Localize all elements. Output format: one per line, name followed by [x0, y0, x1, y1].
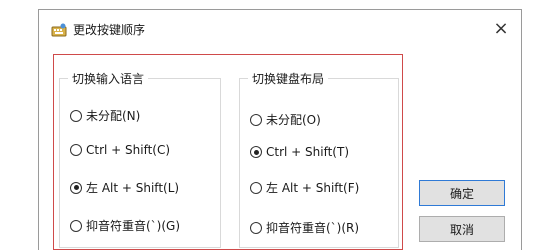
- radio-label: 左 Alt + Shift(L): [86, 181, 180, 195]
- radio-label: 抑音符重音(`)(R): [266, 221, 360, 235]
- radio-button-selected[interactable]: [250, 146, 262, 158]
- radio-label: Ctrl + Shift(C): [86, 143, 171, 157]
- dialog-title: 更改按键顺序: [73, 23, 146, 37]
- radio-button[interactable]: [70, 144, 82, 156]
- radio-label: 左 Alt + Shift(F): [266, 181, 360, 195]
- radio-label: 未分配(N): [86, 109, 141, 123]
- radio-option[interactable]: 未分配(O): [250, 111, 321, 128]
- keyboard-layout-group: 切换键盘布局 未分配(O) Ctrl + Shift(T) 左 Alt + Sh…: [239, 70, 399, 248]
- radio-button[interactable]: [70, 109, 82, 122]
- radio-button[interactable]: [70, 219, 82, 232]
- radio-button[interactable]: [250, 181, 262, 194]
- cancel-button[interactable]: 取消: [419, 216, 505, 242]
- group-title: 切换输入语言: [68, 70, 149, 87]
- radio-option[interactable]: 未分配(N): [70, 107, 140, 124]
- input-language-group: 切换输入语言 未分配(N) Ctrl + Shift(C) 左 Alt + Sh…: [59, 70, 221, 248]
- keyboard-settings-icon: [51, 22, 67, 37]
- radio-option[interactable]: 抑音符重音(`)(G): [70, 217, 180, 234]
- radio-option[interactable]: 抑音符重音(`)(R): [250, 219, 359, 236]
- change-key-sequence-dialog: 更改按键顺序 × 切换输入语言 未分配(N) Ctrl + Shift(C) 左…: [38, 9, 522, 250]
- radio-option[interactable]: 左 Alt + Shift(F): [250, 179, 359, 196]
- radio-option[interactable]: Ctrl + Shift(C): [70, 143, 170, 157]
- group-title: 切换键盘布局: [248, 70, 329, 87]
- ok-button[interactable]: 确定: [419, 180, 505, 206]
- radio-option[interactable]: 左 Alt + Shift(L): [70, 179, 179, 196]
- radio-label: 未分配(O): [266, 113, 321, 127]
- radio-label: Ctrl + Shift(T): [266, 145, 350, 159]
- radio-button-selected[interactable]: [70, 181, 82, 194]
- radio-option[interactable]: Ctrl + Shift(T): [250, 145, 349, 159]
- title-bar: 更改按键顺序 ×: [39, 10, 521, 46]
- radio-button[interactable]: [250, 113, 262, 126]
- radio-button[interactable]: [250, 221, 262, 234]
- radio-label: 抑音符重音(`)(G): [86, 219, 181, 233]
- close-icon[interactable]: ×: [487, 14, 515, 42]
